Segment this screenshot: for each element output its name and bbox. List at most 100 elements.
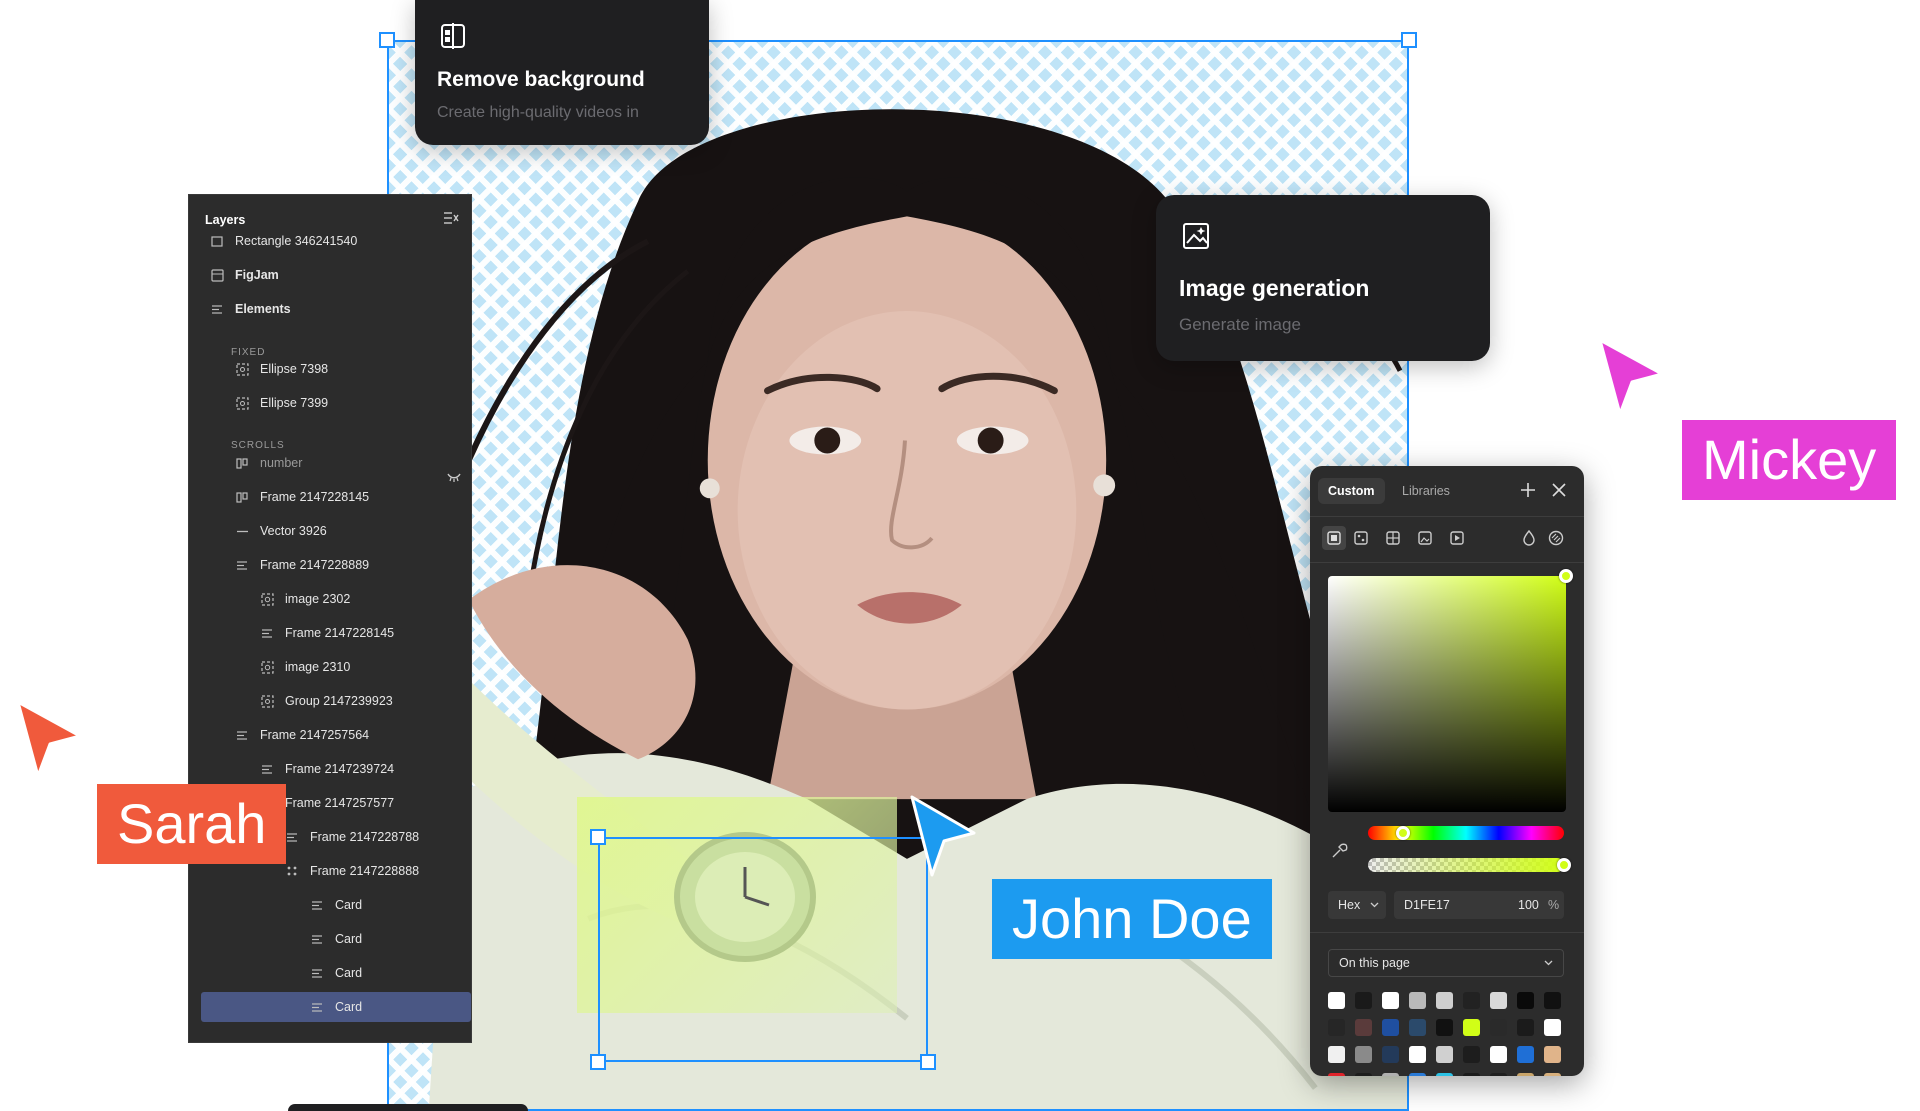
color-format-select[interactable]: Hex [1328, 891, 1386, 919]
layer-row[interactable]: Frame 2147239724 [201, 754, 471, 784]
layer-label: FigJam [235, 268, 279, 282]
color-picker-panel[interactable]: Custom Libraries Hex D1FE17 100 % On thi… [1310, 466, 1584, 1076]
close-icon[interactable] [1552, 483, 1566, 500]
color-swatch[interactable] [1409, 1073, 1426, 1076]
resize-handle-top-left[interactable] [379, 32, 395, 48]
pattern-fill-icon[interactable] [1386, 531, 1400, 548]
image-fill-icon[interactable] [1418, 531, 1432, 548]
color-swatch[interactable] [1436, 1019, 1453, 1036]
color-swatch[interactable] [1355, 1046, 1372, 1063]
color-format-label: Hex [1338, 898, 1361, 912]
tab-libraries[interactable]: Libraries [1392, 478, 1460, 504]
layer-row[interactable]: Card [201, 958, 471, 988]
color-swatch[interactable] [1517, 1073, 1534, 1076]
color-swatch[interactable] [1490, 992, 1507, 1009]
selection-handle-bottom-right[interactable] [920, 1054, 936, 1070]
layer-label: Frame 2147228788 [310, 830, 420, 844]
layer-row[interactable]: Frame 2147228889 [201, 550, 471, 580]
color-swatch[interactable] [1490, 1019, 1507, 1036]
user-tag-john-doe: John Doe [992, 879, 1272, 959]
video-fill-icon[interactable] [1450, 531, 1464, 548]
color-swatch[interactable] [1544, 1046, 1561, 1063]
color-swatch[interactable] [1409, 1019, 1426, 1036]
color-swatch[interactable] [1463, 1019, 1480, 1036]
image-generation-card[interactable]: Image generation Generate image [1156, 195, 1490, 361]
color-swatch[interactable] [1436, 1046, 1453, 1063]
saturation-value-area[interactable] [1328, 576, 1566, 812]
color-swatch[interactable] [1355, 992, 1372, 1009]
user-tag-mickey: Mickey [1682, 420, 1897, 500]
library-select[interactable]: On this page [1328, 949, 1564, 977]
layer-row[interactable]: Frame 2147228145 [201, 482, 471, 512]
color-swatch[interactable] [1490, 1046, 1507, 1063]
layer-row[interactable]: number [201, 448, 471, 478]
layers-title: Layers [205, 213, 246, 227]
gradient-fill-icon[interactable] [1354, 531, 1368, 548]
color-swatch[interactable] [1517, 992, 1534, 1009]
color-swatch[interactable] [1328, 1073, 1345, 1076]
color-swatch[interactable] [1409, 1046, 1426, 1063]
selection-handle-top-left[interactable] [590, 829, 606, 845]
color-swatch[interactable] [1517, 1046, 1534, 1063]
color-swatch[interactable] [1544, 992, 1561, 1009]
grid-icon [284, 863, 300, 879]
remove-background-card[interactable]: Remove background Create high-quality vi… [415, 0, 709, 145]
color-swatch[interactable] [1436, 1073, 1453, 1076]
color-swatch[interactable] [1382, 1073, 1399, 1076]
visibility-eye-icon[interactable] [447, 471, 461, 485]
eyedropper-icon[interactable] [1330, 842, 1348, 863]
color-swatch[interactable] [1436, 992, 1453, 1009]
selection-box[interactable] [598, 837, 928, 1062]
color-swatch[interactable] [1517, 1019, 1534, 1036]
selection-handle-bottom-left[interactable] [590, 1054, 606, 1070]
color-swatch[interactable] [1355, 1019, 1372, 1036]
layer-row[interactable]: Card [201, 992, 471, 1022]
color-swatch[interactable] [1544, 1019, 1561, 1036]
layer-row[interactable]: Frame 2147257564 [201, 720, 471, 750]
color-swatch[interactable] [1382, 1046, 1399, 1063]
color-swatch[interactable] [1328, 1019, 1345, 1036]
layer-row[interactable]: Frame 2147228145 [201, 618, 471, 648]
color-swatch[interactable] [1382, 992, 1399, 1009]
divider [1310, 562, 1584, 563]
color-swatch[interactable] [1355, 1073, 1372, 1076]
opacity-knob[interactable] [1557, 858, 1571, 872]
layer-row[interactable]: Ellipse 7398 [201, 354, 471, 384]
color-swatch[interactable] [1544, 1073, 1561, 1076]
library-select-label: On this page [1339, 956, 1410, 970]
color-swatch[interactable] [1409, 992, 1426, 1009]
layers-panel[interactable]: Layers FIXED SCROLLS Rectangle 346241540… [188, 194, 472, 1043]
layer-row[interactable]: FigJam [201, 260, 471, 290]
color-swatch[interactable] [1490, 1073, 1507, 1076]
layer-row[interactable]: Group 2147239923 [201, 686, 471, 716]
color-swatch[interactable] [1382, 1019, 1399, 1036]
divider [1310, 516, 1584, 517]
color-swatch[interactable] [1463, 992, 1480, 1009]
color-swatch[interactable] [1463, 1073, 1480, 1076]
layer-row[interactable]: image 2310 [201, 652, 471, 682]
layer-row[interactable]: Ellipse 7399 [201, 388, 471, 418]
frame-dashed-icon [259, 693, 275, 709]
hex-input[interactable]: D1FE17 100 % [1394, 891, 1564, 919]
layer-row[interactable]: Card [201, 890, 471, 920]
layer-row[interactable]: Elements [201, 294, 471, 324]
variable-icon[interactable] [1548, 530, 1564, 549]
sv-knob[interactable] [1559, 569, 1573, 583]
color-swatch[interactable] [1463, 1046, 1480, 1063]
layer-row[interactable]: Rectangle 346241540 [201, 226, 471, 256]
color-swatch[interactable] [1328, 1046, 1345, 1063]
resize-handle-top-right[interactable] [1401, 32, 1417, 48]
layer-row[interactable]: Card [201, 924, 471, 954]
auto-layout-icon [259, 761, 275, 777]
layer-row[interactable]: image 2302 [201, 584, 471, 614]
tab-custom[interactable]: Custom [1318, 478, 1385, 504]
opacity-value[interactable]: 100 [1518, 891, 1539, 919]
color-swatch[interactable] [1328, 992, 1345, 1009]
layer-label: Frame 2147228888 [310, 864, 420, 878]
solid-fill-icon[interactable] [1322, 526, 1346, 550]
add-icon[interactable] [1520, 482, 1536, 501]
layer-label: image 2310 [285, 660, 351, 674]
layer-row[interactable]: Vector 3926 [201, 516, 471, 546]
opacity-slider[interactable] [1368, 858, 1564, 872]
blend-drop-icon[interactable] [1522, 529, 1536, 549]
